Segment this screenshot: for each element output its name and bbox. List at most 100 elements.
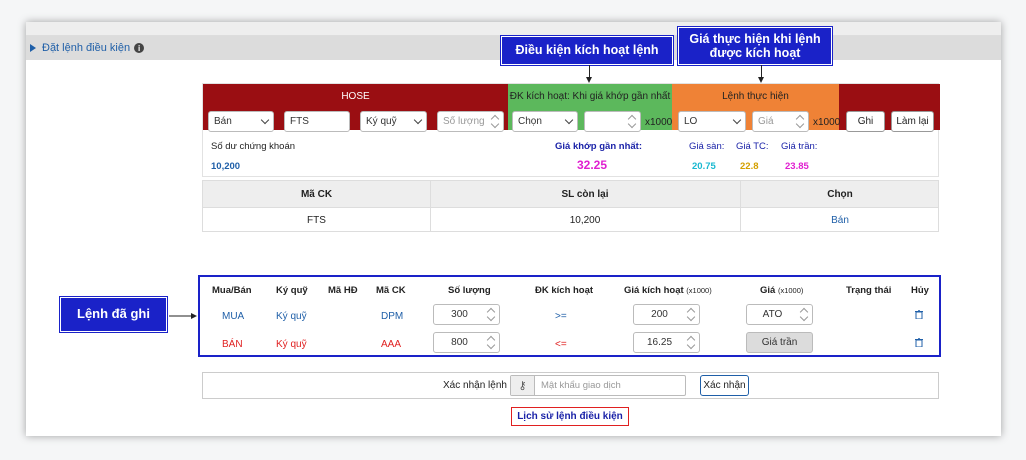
header-quantity: Số lượng bbox=[448, 285, 491, 296]
chevron-down-icon bbox=[260, 115, 270, 125]
row2-trigger-price-value: 16.25 bbox=[646, 337, 673, 348]
row1-price-value: ATO bbox=[762, 309, 783, 320]
history-link[interactable]: Lịch sử lệnh điều kiện bbox=[511, 407, 629, 426]
row2-price-value: Giá trần bbox=[761, 337, 798, 348]
arrow-down-icon bbox=[758, 65, 764, 83]
trigger-price-input[interactable] bbox=[584, 111, 641, 132]
spinner-icon[interactable] bbox=[487, 307, 495, 322]
exec-unit: x1000 bbox=[813, 117, 841, 128]
row1-condition: >= bbox=[555, 311, 567, 322]
header-remaining: SL còn lại bbox=[561, 188, 609, 200]
last-price-label: Giá khớp gần nhất: bbox=[555, 141, 642, 152]
info-circle-icon[interactable]: i bbox=[134, 43, 145, 53]
symbol-input[interactable]: FTS bbox=[284, 111, 350, 132]
reset-button[interactable]: Làm lại bbox=[891, 111, 934, 132]
expand-triangle-icon[interactable] bbox=[30, 44, 36, 52]
trigger-condition-select[interactable]: Chọn bbox=[512, 111, 578, 132]
spinner-icon[interactable] bbox=[491, 114, 499, 129]
key-icon: ⚷ bbox=[511, 376, 535, 395]
ceiling-value: 23.85 bbox=[785, 161, 809, 172]
confirm-button[interactable]: Xác nhận bbox=[700, 375, 749, 396]
row2-side: BÁN bbox=[222, 339, 243, 350]
holding-remaining: 10,200 bbox=[569, 214, 601, 226]
trash-icon[interactable] bbox=[915, 310, 923, 319]
divider bbox=[203, 207, 938, 208]
sell-link[interactable]: Bán bbox=[740, 207, 940, 233]
row2-account: Ký quỹ bbox=[276, 339, 307, 350]
row2-price-input[interactable]: Giá trần bbox=[746, 332, 813, 353]
row1-symbol: DPM bbox=[381, 311, 404, 322]
row2-quantity-input[interactable]: 800 bbox=[433, 332, 500, 353]
exec-price-input[interactable]: Giá bbox=[752, 111, 809, 132]
exec-title: Lệnh thực hiện bbox=[722, 91, 789, 102]
floor-label: Giá sàn: bbox=[689, 141, 725, 152]
order-type-select[interactable]: LO bbox=[678, 111, 746, 132]
ref-value: 22.8 bbox=[740, 161, 759, 172]
top-strip bbox=[26, 22, 1001, 36]
callout-exec-line1: Giá thực hiện khi lệnh bbox=[689, 31, 821, 46]
header-account: Ký quỹ bbox=[276, 285, 308, 296]
row1-quantity-input[interactable]: 300 bbox=[433, 304, 500, 325]
symbol-input-value: FTS bbox=[290, 116, 309, 127]
header-condition: ĐK kích hoạt bbox=[535, 285, 594, 296]
callout-trigger: Điều kiện kích hoạt lệnh bbox=[500, 35, 674, 66]
callout-exec: Giá thực hiện khi lệnh được kích hoạt bbox=[677, 26, 833, 66]
spinner-icon[interactable] bbox=[487, 335, 495, 350]
chevron-down-icon bbox=[564, 115, 574, 125]
floor-value: 20.75 bbox=[692, 161, 716, 172]
row2-quantity-value: 800 bbox=[451, 337, 468, 348]
spinner-icon[interactable] bbox=[687, 307, 695, 322]
callout-saved: Lệnh đã ghi bbox=[59, 296, 168, 333]
header-select: Chọn bbox=[827, 188, 853, 200]
row1-trigger-price-value: 200 bbox=[651, 309, 668, 320]
header-price: Giá (x1000) bbox=[760, 285, 803, 296]
confirm-bar: Xác nhận lệnh ⚷ Mật khẩu giao dịch Xác n… bbox=[202, 372, 939, 399]
ceiling-label: Giá trần: bbox=[781, 141, 818, 152]
chevron-down-icon bbox=[413, 115, 423, 125]
callout-exec-line2: được kích hoạt bbox=[709, 46, 801, 60]
side-select[interactable]: Bán bbox=[208, 111, 274, 132]
last-price-value: 32.25 bbox=[577, 158, 608, 172]
row2-condition: <= bbox=[555, 339, 567, 350]
table-row: FTS 10,200 Bán bbox=[203, 207, 938, 233]
quantity-input[interactable]: Số lượng bbox=[437, 111, 504, 132]
header-price-text: Giá bbox=[760, 285, 776, 296]
arrow-down-icon bbox=[586, 65, 592, 83]
header-cancel: Hủy bbox=[911, 285, 929, 296]
trigger-title: ĐK kích hoạt: Khi giá khớp gần nhất bbox=[509, 91, 671, 102]
divider bbox=[740, 181, 741, 231]
header-trigger-price: Giá kích hoạt (x1000) bbox=[624, 285, 712, 296]
app-frame: Đặt lệnh điều kiện i Điều kiện kích hoạt… bbox=[26, 22, 1001, 436]
divider bbox=[430, 181, 431, 231]
row2-trigger-price-input[interactable]: 16.25 bbox=[633, 332, 700, 353]
holding-symbol: FTS bbox=[307, 214, 326, 226]
trash-icon[interactable] bbox=[915, 338, 923, 347]
order-form-panel: HOSE ĐK kích hoạt: Khi giá khớp gần nhất… bbox=[202, 83, 940, 177]
ref-label: Giá TC: bbox=[736, 141, 769, 152]
side-select-value: Bán bbox=[214, 116, 232, 127]
spinner-icon[interactable] bbox=[800, 307, 808, 322]
holdings-table: Mã CK SL còn lại Chọn FTS 10,200 Bán bbox=[202, 180, 939, 232]
trigger-condition-value: Chọn bbox=[518, 116, 542, 127]
spinner-icon[interactable] bbox=[687, 335, 695, 350]
account-type-select[interactable]: Ký quỹ bbox=[360, 111, 427, 132]
password-input[interactable]: ⚷ Mật khẩu giao dịch bbox=[510, 375, 686, 396]
header-trigger-price-text: Giá kích hoạt bbox=[624, 285, 684, 296]
header-side: Mua/Bán bbox=[212, 285, 252, 296]
balance-label: Số dư chứng khoán bbox=[211, 141, 296, 152]
account-type-value: Ký quỹ bbox=[366, 116, 397, 127]
confirm-label: Xác nhận lệnh bbox=[443, 380, 507, 391]
order-type-value: LO bbox=[684, 116, 698, 127]
header-status: Trạng thái bbox=[846, 285, 892, 296]
row1-price-input[interactable]: ATO bbox=[746, 304, 813, 325]
exchange-title: HOSE bbox=[341, 91, 370, 102]
header-contract: Mã HĐ bbox=[328, 285, 358, 296]
spinner-icon[interactable] bbox=[796, 114, 804, 129]
save-button[interactable]: Ghi bbox=[846, 111, 885, 132]
spinner-icon[interactable] bbox=[628, 114, 636, 129]
header-symbol: Mã CK bbox=[376, 285, 406, 296]
row1-trigger-price-input[interactable]: 200 bbox=[633, 304, 700, 325]
holdings-header: Mã CK SL còn lại Chọn bbox=[203, 181, 938, 207]
header-symbol: Mã CK bbox=[300, 188, 333, 200]
balance-value: 10,200 bbox=[211, 161, 241, 172]
